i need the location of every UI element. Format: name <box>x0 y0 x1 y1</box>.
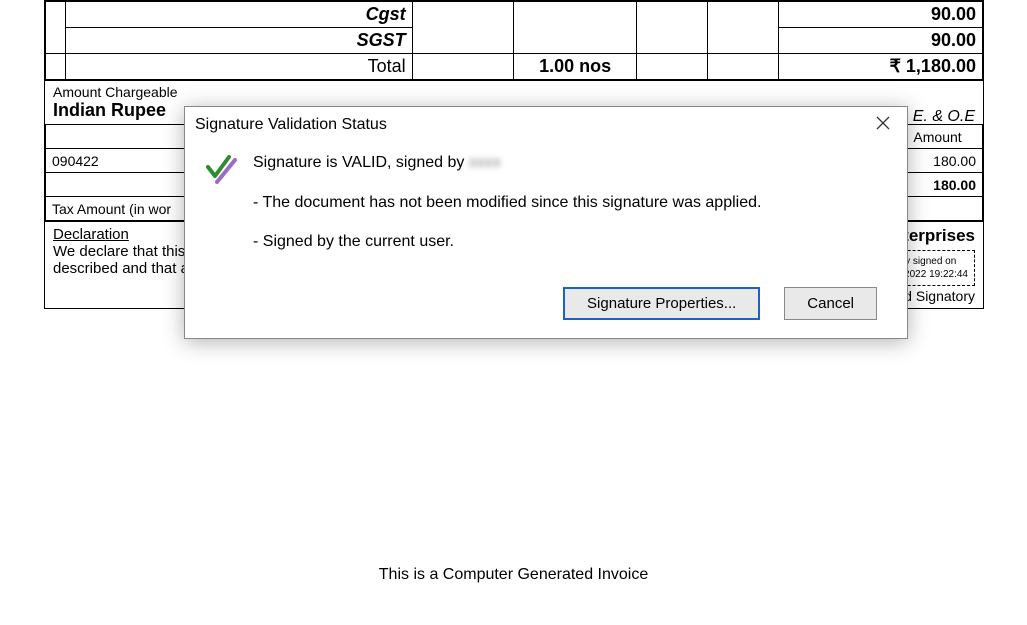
invoice-table: Cgst 90.00 SGST 90.00 Total 1.00 nos ₹ 1… <box>45 1 983 80</box>
cgst-label: Cgst <box>66 2 412 28</box>
footer-text: This is a Computer Generated Invoice <box>0 558 1027 592</box>
dialog-titlebar: Signature Validation Status <box>185 107 907 140</box>
total-qty: 1.00 nos <box>514 54 636 80</box>
dialog-bullet-1: - The document has not been modified sin… <box>253 190 887 216</box>
close-icon[interactable] <box>871 113 895 136</box>
eoe-label: E. & O.E <box>913 108 975 126</box>
signature-properties-button[interactable]: Signature Properties... <box>563 287 760 320</box>
blank-cell <box>412 54 514 80</box>
cgst-amount: 90.00 <box>779 2 983 28</box>
valid-signature-icon <box>205 150 239 269</box>
dialog-main-text: Signature is VALID, signed by <box>253 154 469 171</box>
sgst-amount: 90.00 <box>779 28 983 54</box>
total-label: Total <box>66 54 412 80</box>
dialog-button-row: Signature Properties... Cancel <box>185 279 907 338</box>
blank-cell <box>636 54 707 80</box>
dialog-bullet-2: - Signed by the current user. <box>253 229 887 255</box>
dialog-title-text: Signature Validation Status <box>195 116 387 134</box>
sgst-label: SGST <box>66 28 412 54</box>
blank-cell <box>46 2 66 54</box>
cancel-button[interactable]: Cancel <box>784 287 877 320</box>
dialog-body: Signature is VALID, signed by xxxx - The… <box>185 140 907 279</box>
dialog-signer-name: xxxx <box>469 150 501 176</box>
blank-cell <box>636 2 707 54</box>
signature-validation-dialog: Signature Validation Status Signature is… <box>184 106 908 339</box>
dialog-main-line: Signature is VALID, signed by xxxx <box>253 150 887 176</box>
blank-cell <box>412 2 514 54</box>
blank-cell <box>46 54 66 80</box>
blank-cell <box>707 2 778 54</box>
dialog-text: Signature is VALID, signed by xxxx - The… <box>253 150 887 269</box>
blank-cell <box>514 2 636 54</box>
blank-cell <box>707 54 778 80</box>
total-amount: ₹ 1,180.00 <box>779 54 983 80</box>
amount-chargeable-label: Amount Chargeable <box>53 84 975 100</box>
